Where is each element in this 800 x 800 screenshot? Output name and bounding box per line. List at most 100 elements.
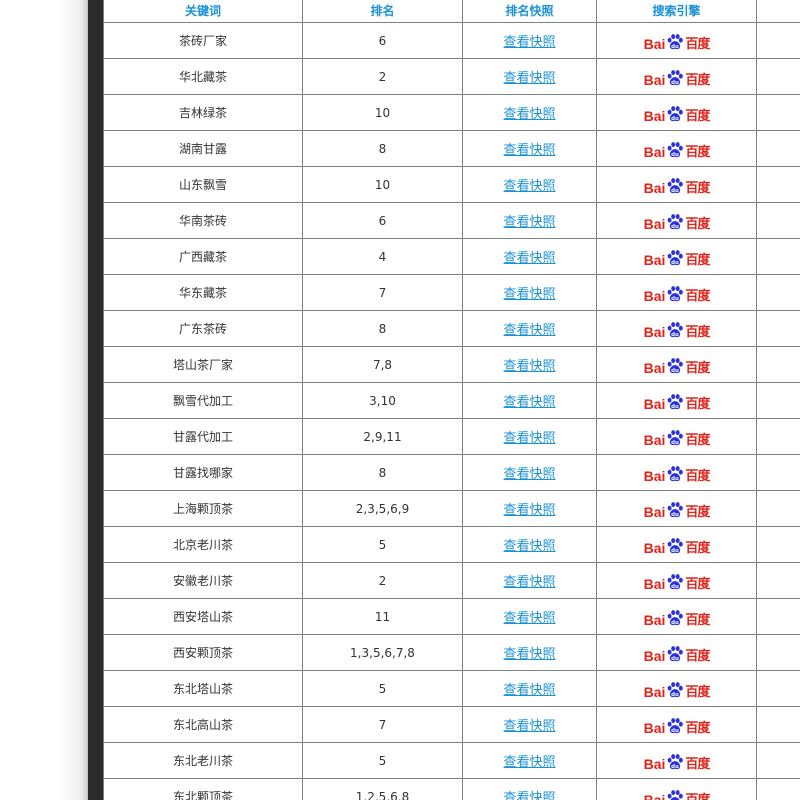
keyword-cell: 东北高山茶 [103, 706, 303, 743]
view-snapshot-link[interactable]: 查看快照 [503, 575, 555, 590]
view-snapshot-link[interactable]: 查看快照 [503, 359, 555, 374]
baidu-logo-chinese: 百度 [685, 469, 710, 484]
baidu-logo-latin: Bai [643, 576, 666, 592]
extra-cell [756, 166, 800, 203]
search-engine-cell: Bai du 百度 [596, 778, 757, 800]
baidu-paw-icon: du [668, 34, 684, 50]
svg-text:du: du [672, 764, 680, 770]
baidu-logo-latin: Bai [643, 216, 666, 232]
baidu-paw-icon: du [668, 754, 684, 770]
table-row: 东北高山茶 7 查看快照 Bai du 百度 [103, 706, 800, 743]
baidu-logo-chinese: 百度 [685, 361, 710, 376]
view-snapshot-link[interactable]: 查看快照 [503, 107, 555, 122]
baidu-logo-latin: Bai [643, 756, 666, 772]
snapshot-cell: 查看快照 [462, 778, 597, 800]
search-engine-cell: Bai du 百度 [596, 562, 757, 599]
snapshot-cell: 查看快照 [462, 274, 597, 311]
search-engine-cell: Bai du 百度 [596, 22, 757, 59]
view-snapshot-link[interactable]: 查看快照 [503, 431, 555, 446]
view-snapshot-link[interactable]: 查看快照 [503, 683, 555, 698]
view-snapshot-link[interactable]: 查看快照 [503, 35, 555, 50]
table-row: 东北老川茶 5 查看快照 Bai du 百度 [103, 742, 800, 779]
baidu-logo-chinese: 百度 [685, 289, 710, 304]
view-snapshot-link[interactable]: 查看快照 [503, 143, 555, 158]
snapshot-cell: 查看快照 [462, 346, 597, 383]
keyword-cell: 北京老川茶 [103, 526, 303, 563]
baidu-logo-latin: Bai [643, 468, 666, 484]
search-engine-cell: Bai du 百度 [596, 346, 757, 383]
extra-cell [756, 130, 800, 167]
extra-cell [756, 562, 800, 599]
search-engine-cell: Bai du 百度 [596, 310, 757, 347]
baidu-logo-chinese: 百度 [685, 73, 710, 88]
search-engine-cell: Bai du 百度 [596, 130, 757, 167]
extra-cell [756, 274, 800, 311]
view-snapshot-link[interactable]: 查看快照 [503, 287, 555, 302]
svg-text:du: du [672, 260, 680, 266]
view-snapshot-link[interactable]: 查看快照 [503, 395, 555, 410]
baidu-logo-latin: Bai [643, 36, 666, 52]
extra-cell [756, 58, 800, 95]
extra-cell [756, 346, 800, 383]
baidu-logo-chinese: 百度 [685, 325, 710, 340]
keyword-cell: 东北老川茶 [103, 742, 303, 779]
view-snapshot-link[interactable]: 查看快照 [503, 323, 555, 338]
baidu-logo: Bai du 百度 [644, 353, 710, 375]
baidu-paw-icon: du [668, 394, 684, 410]
svg-text:du: du [672, 368, 680, 374]
header-snapshot: 排名快照 [462, 0, 597, 23]
baidu-paw-icon: du [668, 178, 684, 194]
baidu-logo: Bai du 百度 [644, 137, 710, 159]
keyword-cell: 广东茶砖 [103, 310, 303, 347]
view-snapshot-link[interactable]: 查看快照 [503, 251, 555, 266]
rank-cell: 6 [302, 202, 463, 239]
keyword-cell: 东北颗顶茶 [103, 778, 303, 800]
baidu-logo-chinese: 百度 [685, 181, 710, 196]
snapshot-cell: 查看快照 [462, 58, 597, 95]
keyword-cell: 华东藏茶 [103, 274, 303, 311]
baidu-logo: Bai du 百度 [644, 785, 710, 800]
table-row: 吉林绿茶 10 查看快照 Bai du 百度 [103, 94, 800, 131]
baidu-logo-chinese: 百度 [685, 433, 710, 448]
view-snapshot-link[interactable]: 查看快照 [503, 71, 555, 86]
svg-text:du: du [672, 152, 680, 158]
table-row: 茶砖厂家 6 查看快照 Bai du 百度 [103, 22, 800, 59]
view-snapshot-link[interactable]: 查看快照 [503, 467, 555, 482]
rank-cell: 1,2,5,6,8 [302, 778, 463, 800]
keyword-cell: 安徽老川茶 [103, 562, 303, 599]
snapshot-cell: 查看快照 [462, 706, 597, 743]
extra-cell [756, 202, 800, 239]
rank-cell: 11 [302, 598, 463, 635]
view-snapshot-link[interactable]: 查看快照 [503, 503, 555, 518]
table-row: 华南茶砖 6 查看快照 Bai du 百度 [103, 202, 800, 239]
baidu-paw-icon: du [668, 358, 684, 374]
table-header-row: 关键词 排名 排名快照 搜索引擎 [103, 0, 800, 23]
view-snapshot-link[interactable]: 查看快照 [503, 611, 555, 626]
svg-text:du: du [672, 512, 680, 518]
view-snapshot-link[interactable]: 查看快照 [503, 791, 555, 800]
baidu-logo-latin: Bai [643, 540, 666, 556]
extra-cell [756, 454, 800, 491]
view-snapshot-link[interactable]: 查看快照 [503, 719, 555, 734]
baidu-logo-latin: Bai [643, 612, 666, 628]
rank-cell: 6 [302, 22, 463, 59]
view-snapshot-link[interactable]: 查看快照 [503, 647, 555, 662]
baidu-logo: Bai du 百度 [644, 677, 710, 699]
snapshot-cell: 查看快照 [462, 670, 597, 707]
view-snapshot-link[interactable]: 查看快照 [503, 539, 555, 554]
keyword-cell: 甘露代加工 [103, 418, 303, 455]
svg-text:du: du [672, 476, 680, 482]
search-engine-cell: Bai du 百度 [596, 670, 757, 707]
keyword-cell: 飘雪代加工 [103, 382, 303, 419]
view-snapshot-link[interactable]: 查看快照 [503, 755, 555, 770]
extra-cell [756, 670, 800, 707]
svg-text:du: du [672, 440, 680, 446]
snapshot-cell: 查看快照 [462, 94, 597, 131]
search-engine-cell: Bai du 百度 [596, 382, 757, 419]
svg-text:du: du [672, 44, 680, 50]
svg-text:du: du [672, 188, 680, 194]
header-search-engine: 搜索引擎 [596, 0, 757, 23]
view-snapshot-link[interactable]: 查看快照 [503, 215, 555, 230]
snapshot-cell: 查看快照 [462, 598, 597, 635]
view-snapshot-link[interactable]: 查看快照 [503, 179, 555, 194]
